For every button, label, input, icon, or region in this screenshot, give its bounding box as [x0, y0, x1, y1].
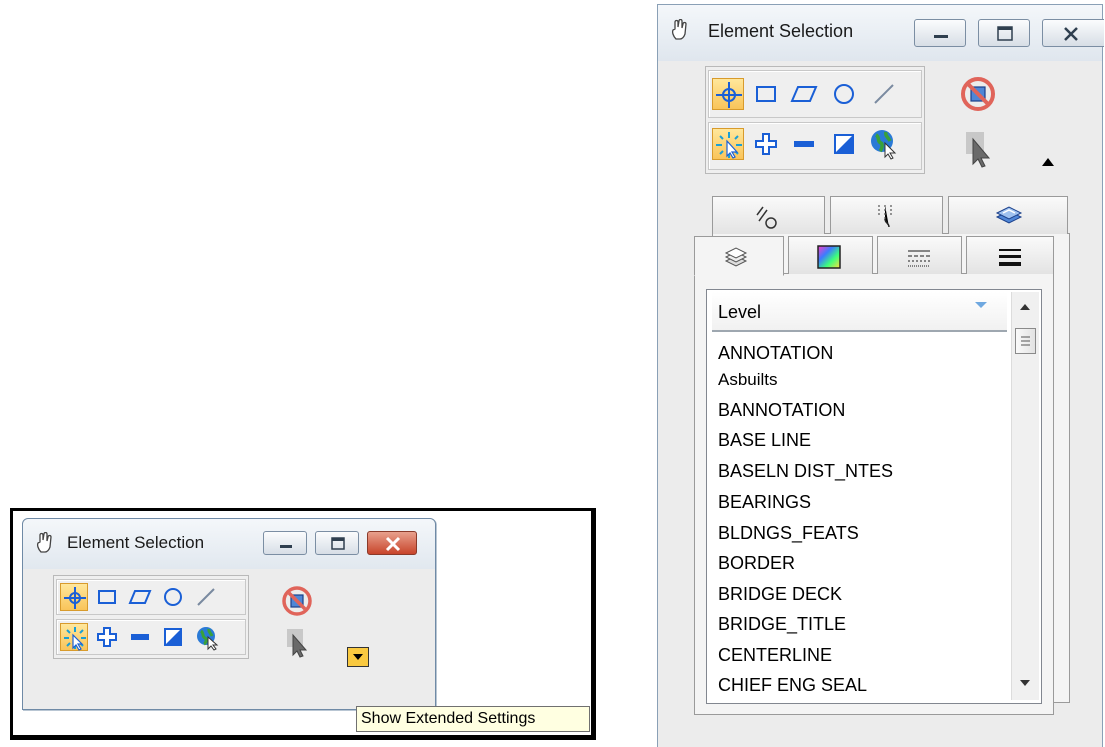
list-scrollbar[interactable]: [1011, 292, 1039, 700]
list-item[interactable]: BORDER: [718, 553, 795, 574]
invert-mode-button[interactable]: [159, 623, 187, 651]
level-column-header[interactable]: Level: [712, 292, 1007, 332]
minimize-button[interactable]: [263, 531, 307, 555]
circle-tool-button[interactable]: [159, 583, 187, 611]
list-item[interactable]: BRIDGE DECK: [718, 584, 842, 605]
list-item[interactable]: CHIEF ENG SEAL: [718, 675, 867, 696]
small-title-bar[interactable]: Element Selection: [23, 519, 435, 569]
line-weight-icon: [995, 243, 1025, 278]
subtract-mode-button[interactable]: [126, 623, 154, 651]
show-extended-settings-tooltip: Show Extended Settings: [356, 706, 590, 732]
tab-line-style[interactable]: [712, 196, 825, 234]
tab-color[interactable]: [788, 236, 873, 274]
line-tool-button[interactable]: [192, 583, 220, 611]
block-tool-button[interactable]: [750, 78, 782, 110]
hand-pointer-icon: [670, 18, 688, 46]
restore-button[interactable]: [978, 19, 1030, 47]
new-mode-button[interactable]: [60, 623, 88, 651]
line-style-pattern-icon: [904, 243, 934, 278]
add-mode-button[interactable]: [93, 623, 121, 651]
invert-mode-button[interactable]: [828, 128, 860, 160]
large-title-bar[interactable]: Element Selection: [658, 5, 1104, 61]
tab-line-style-pattern[interactable]: [877, 236, 962, 274]
levels-icon: [721, 243, 751, 278]
hide-extended-settings-button[interactable]: [1038, 152, 1058, 168]
add-mode-button[interactable]: [750, 128, 782, 160]
tab-levels[interactable]: [694, 236, 784, 276]
close-button[interactable]: [367, 531, 417, 555]
scroll-down-arrow-icon[interactable]: [1018, 676, 1032, 694]
line-tool-button[interactable]: [868, 78, 900, 110]
tab-weight[interactable]: [830, 196, 943, 234]
select-element-arrow-icon: [964, 130, 994, 170]
list-item[interactable]: BANNOTATION: [718, 400, 845, 421]
list-item[interactable]: BASE LINE: [718, 430, 811, 451]
block-tool-button[interactable]: [93, 583, 121, 611]
minimize-button[interactable]: [914, 19, 966, 47]
select-all-globe-button[interactable]: [192, 623, 220, 651]
close-button[interactable]: [1042, 19, 1104, 47]
large-window-title: Element Selection: [708, 21, 854, 41]
hand-pointer-icon: [35, 531, 53, 559]
small-element-selection-window: Element Selection: [22, 518, 436, 710]
subtract-mode-button[interactable]: [788, 128, 820, 160]
list-item[interactable]: BASELN DIST_NTES: [718, 461, 893, 482]
weight-connector-icon: [871, 201, 901, 236]
circle-tool-button[interactable]: [828, 78, 860, 110]
list-item[interactable]: BEARINGS: [718, 492, 811, 513]
show-extended-settings-button[interactable]: [347, 647, 369, 667]
restore-button[interactable]: [315, 531, 359, 555]
level-header-label: Level: [718, 302, 762, 322]
scroll-up-arrow-icon[interactable]: [1018, 300, 1032, 318]
list-item[interactable]: ANNOTATION: [718, 343, 833, 364]
new-mode-button[interactable]: [712, 128, 744, 160]
scroll-thumb[interactable]: [1015, 328, 1036, 354]
list-item[interactable]: BRIDGE_TITLE: [718, 614, 846, 635]
view-layer-icon: [993, 201, 1023, 236]
color-icon: [813, 242, 843, 277]
list-item[interactable]: CENTERLINE: [718, 645, 832, 666]
clear-selection-button[interactable]: [281, 585, 313, 617]
line-style-icon: [751, 201, 781, 236]
list-item[interactable]: Asbuilts: [718, 370, 778, 390]
clear-selection-button[interactable]: [960, 76, 996, 112]
shape-tool-button[interactable]: [126, 583, 154, 611]
sort-descending-icon: [974, 298, 988, 316]
tab-line-weight[interactable]: [966, 236, 1054, 274]
individual-tool-button[interactable]: [60, 583, 88, 611]
tab-view-layer[interactable]: [948, 196, 1068, 234]
individual-tool-button[interactable]: [712, 78, 744, 110]
list-item[interactable]: BLDNGS_FEATS: [718, 523, 859, 544]
small-window-title: Element Selection: [67, 533, 205, 552]
shape-tool-button[interactable]: [788, 78, 820, 110]
select-element-arrow-icon: [285, 627, 311, 659]
select-all-globe-button[interactable]: [866, 126, 900, 162]
